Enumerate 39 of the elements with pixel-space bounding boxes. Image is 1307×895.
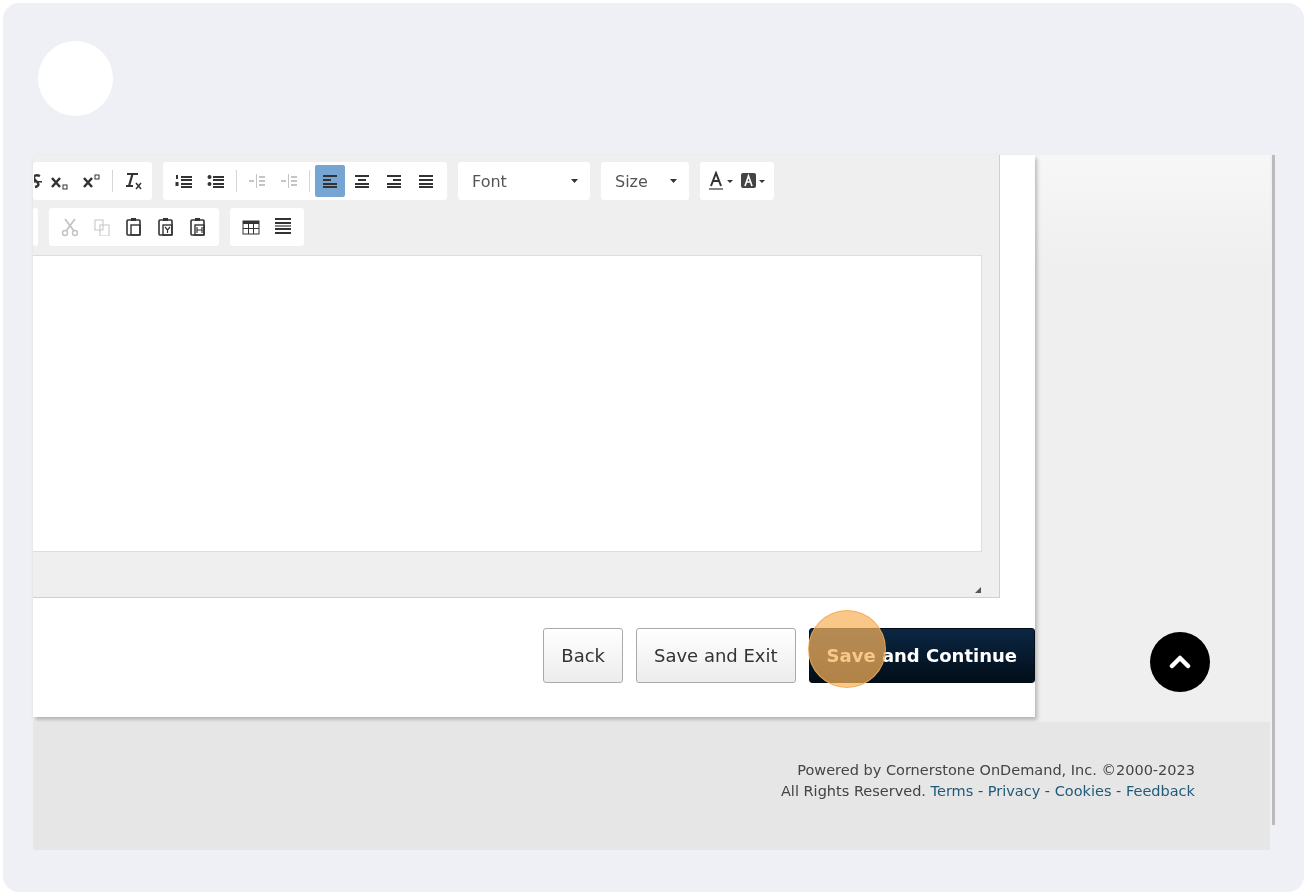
footer-link[interactable]: Privacy: [987, 783, 1041, 799]
copy-icon: [93, 218, 111, 236]
copyright-text: Powered by Cornerstone OnDemand, Inc. ©2000-2023: [797, 762, 1195, 778]
caret-icon: [670, 179, 677, 183]
chevron-up-icon: [1169, 655, 1191, 669]
rights-text: All Rights Reserved.: [780, 783, 927, 799]
font-dropdown[interactable]: Size: [601, 162, 689, 200]
resize-grip-icon[interactable]: [975, 587, 981, 593]
clear-format-icon: [123, 171, 143, 191]
align-left-button[interactable]: [315, 165, 345, 197]
background-color-icon: [740, 171, 766, 191]
paste-text-icon: [157, 217, 175, 237]
action-button[interactable]: Save and Exit: [636, 628, 796, 683]
footer-link[interactable]: Cookies: [1054, 783, 1112, 799]
toolbar-group: [33, 208, 38, 246]
horizontal-line-icon: [274, 217, 292, 237]
outdent-icon: [248, 173, 266, 189]
paste-word-icon: [189, 217, 207, 237]
align-left-icon: [322, 173, 338, 189]
align-right-icon: [386, 173, 402, 189]
numbered-list-icon: [175, 173, 193, 189]
scissors-icon: [61, 217, 79, 237]
table-icon: [242, 218, 260, 236]
indent-icon: [280, 173, 298, 189]
bullet-list-icon: [207, 173, 225, 189]
clipboard-icon: [125, 217, 143, 237]
action-button[interactable]: Back: [543, 628, 623, 683]
separator-text: -: [976, 783, 985, 799]
strikethrough-icon: [34, 172, 42, 190]
footer-link[interactable]: Terms: [930, 783, 974, 799]
separator-text: -: [1043, 783, 1052, 799]
text-color-icon: [708, 171, 734, 191]
footer-link[interactable]: Feedback: [1125, 783, 1195, 799]
caret-icon: [571, 179, 578, 183]
separator-text: -: [1115, 783, 1123, 799]
superscript-icon: [82, 172, 102, 190]
font-dropdown[interactable]: Font: [458, 162, 590, 200]
align-center-icon: [354, 173, 370, 189]
justify-icon: [418, 173, 434, 189]
